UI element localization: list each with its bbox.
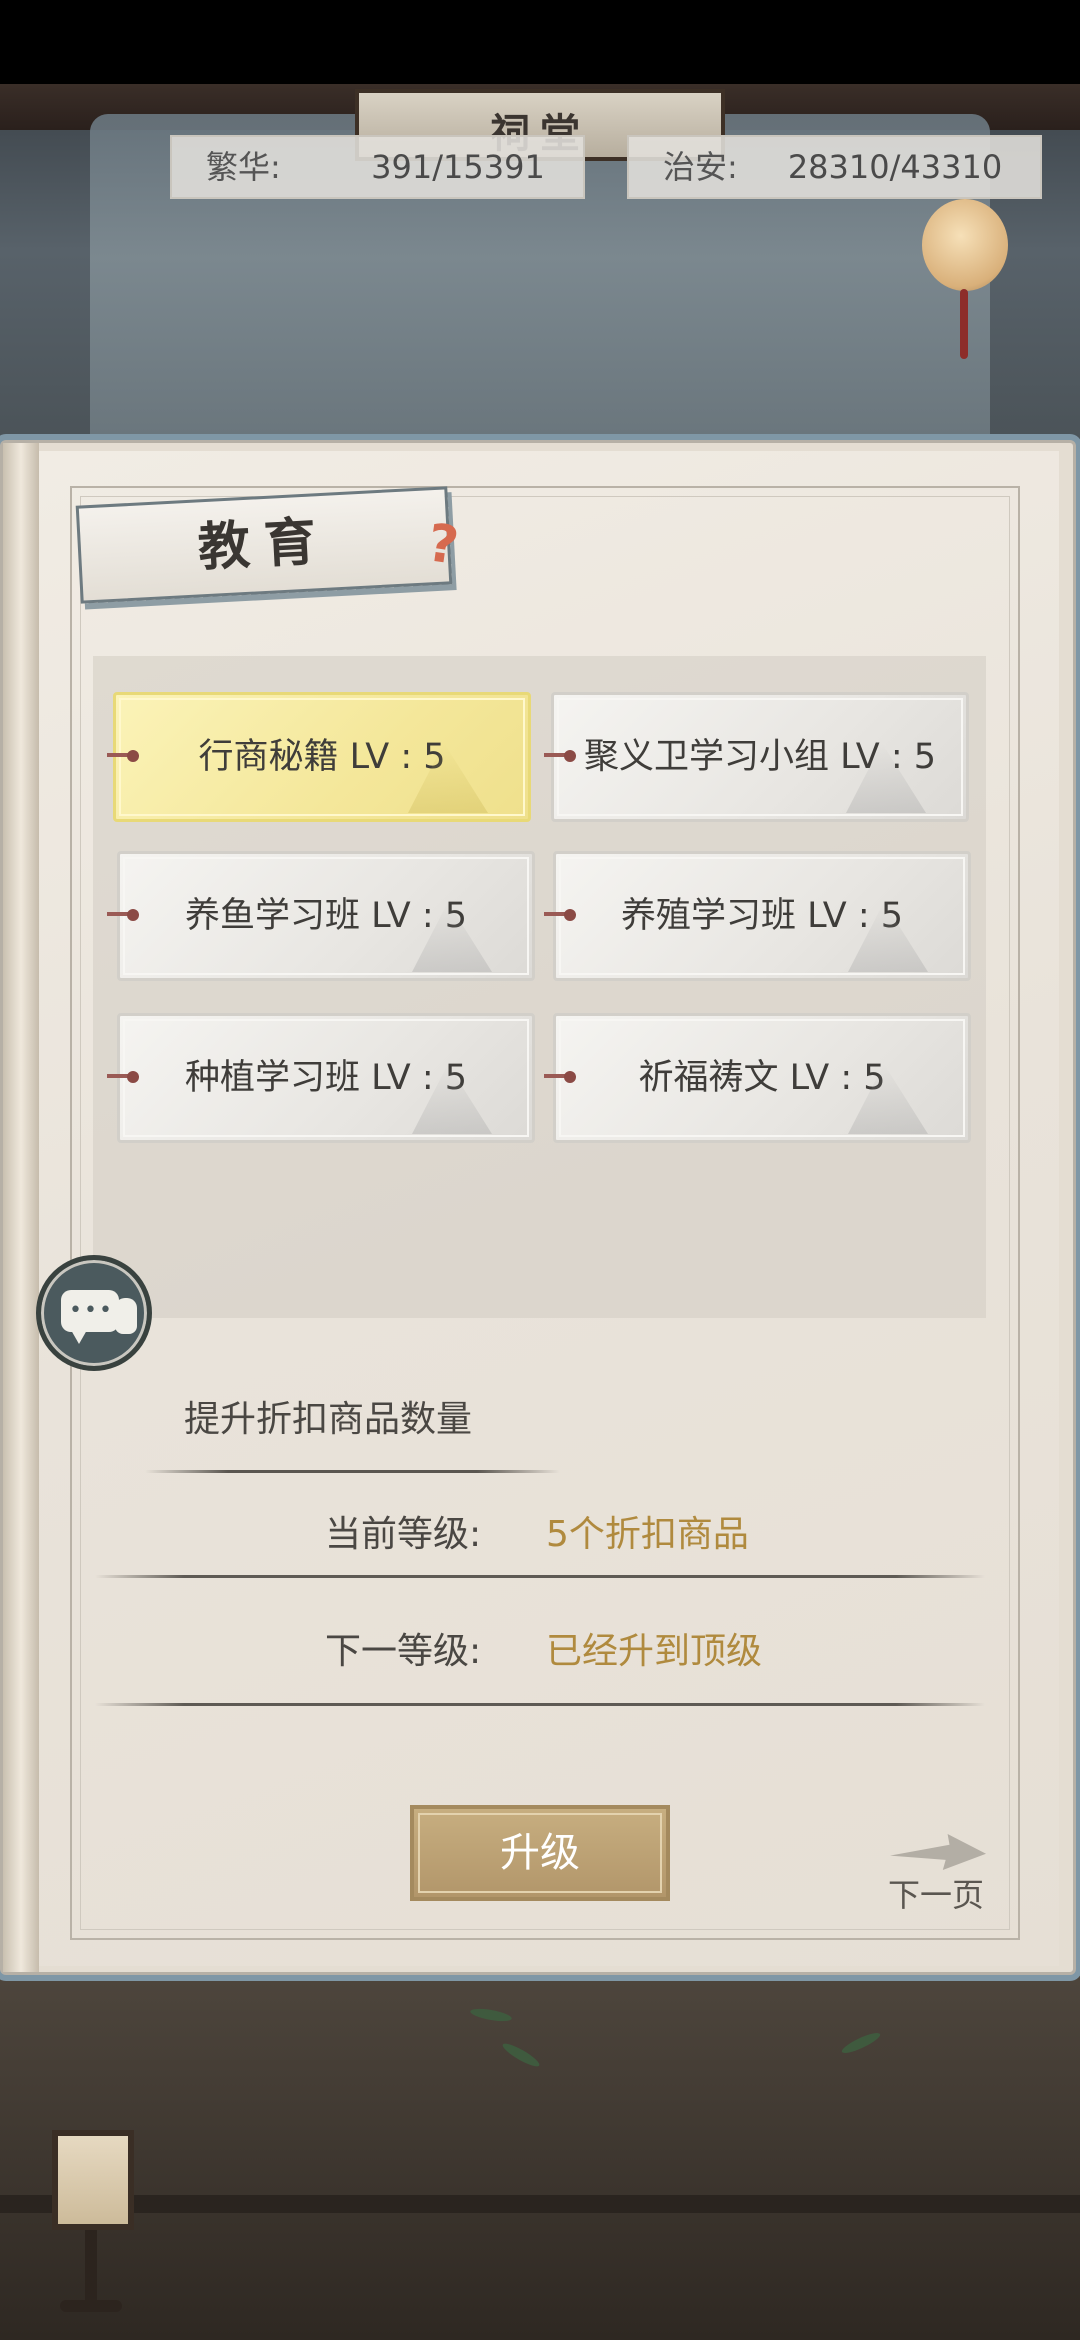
lamp-post (85, 2230, 97, 2310)
skill-card-prayer[interactable]: 祈福祷文 LV : 5 (553, 1013, 971, 1143)
background-scene-bottom (0, 1970, 1080, 2340)
book-spine (3, 443, 39, 1972)
prosperity-stat: 繁华: 391/15391 (170, 135, 585, 199)
pin-icon (107, 909, 141, 921)
divider (95, 1703, 985, 1706)
skill-card-planting[interactable]: 种植学习班 LV : 5 (117, 1013, 535, 1143)
leaf-icon (469, 2006, 513, 2024)
prosperity-value: 391/15391 (371, 148, 545, 186)
pin-icon (544, 909, 578, 921)
current-level-label: 当前等级: (325, 1514, 482, 1555)
current-level-value: 5个折扣商品 (546, 1514, 749, 1555)
skill-card-label: 养鱼学习班 LV : 5 (184, 896, 468, 936)
prosperity-label: 繁华: (206, 148, 281, 186)
lamp-icon (52, 2130, 134, 2230)
upgrade-button[interactable]: 升级 (410, 1805, 670, 1901)
skill-card-label: 种植学习班 LV : 5 (184, 1058, 468, 1098)
skill-card-merchant[interactable]: 行商秘籍 LV : 5 (113, 692, 531, 822)
skill-card-label: 聚义卫学习小组 LV : 5 (583, 737, 937, 777)
ellipsis-icon: ••• (69, 1298, 114, 1323)
skill-card-label: 养殖学习班 LV : 5 (620, 896, 904, 936)
security-value: 28310/43310 (787, 148, 1003, 186)
next-page-button[interactable]: 下一页 (888, 1870, 984, 1916)
divider (145, 1470, 560, 1473)
skill-card-guard-study[interactable]: 聚义卫学习小组 LV : 5 (551, 692, 969, 822)
pin-icon (107, 750, 141, 762)
panel-title: 教育 (75, 486, 453, 604)
lantern-tassel (960, 289, 968, 359)
pin-icon (544, 750, 578, 762)
skill-description: 提升折扣商品数量 (184, 1399, 473, 1440)
leaf-icon (839, 2029, 883, 2057)
skill-card-label: 祈福祷文 LV : 5 (638, 1058, 886, 1098)
question-mark-icon[interactable]: ? (420, 513, 466, 577)
leaf-icon (500, 2040, 542, 2070)
security-label: 治安: (663, 148, 738, 186)
security-stat: 治安: 28310/43310 (627, 135, 1042, 199)
chat-button[interactable]: ••• (36, 1255, 152, 1371)
skill-card-fish-farming[interactable]: 养鱼学习班 LV : 5 (117, 851, 535, 981)
pin-icon (107, 1071, 141, 1083)
vase-icon (115, 1298, 137, 1334)
skill-card-breeding[interactable]: 养殖学习班 LV : 5 (553, 851, 971, 981)
window-sill (0, 2195, 1080, 2213)
next-level-label: 下一等级: (325, 1631, 482, 1672)
next-level-value: 已经升到顶级 (546, 1631, 763, 1672)
skill-card-label: 行商秘籍 LV : 5 (198, 737, 446, 777)
lantern-icon (922, 199, 1008, 291)
status-bar (0, 0, 1080, 84)
lamp-base (60, 2300, 122, 2312)
divider (95, 1575, 985, 1578)
pin-icon (544, 1071, 578, 1083)
